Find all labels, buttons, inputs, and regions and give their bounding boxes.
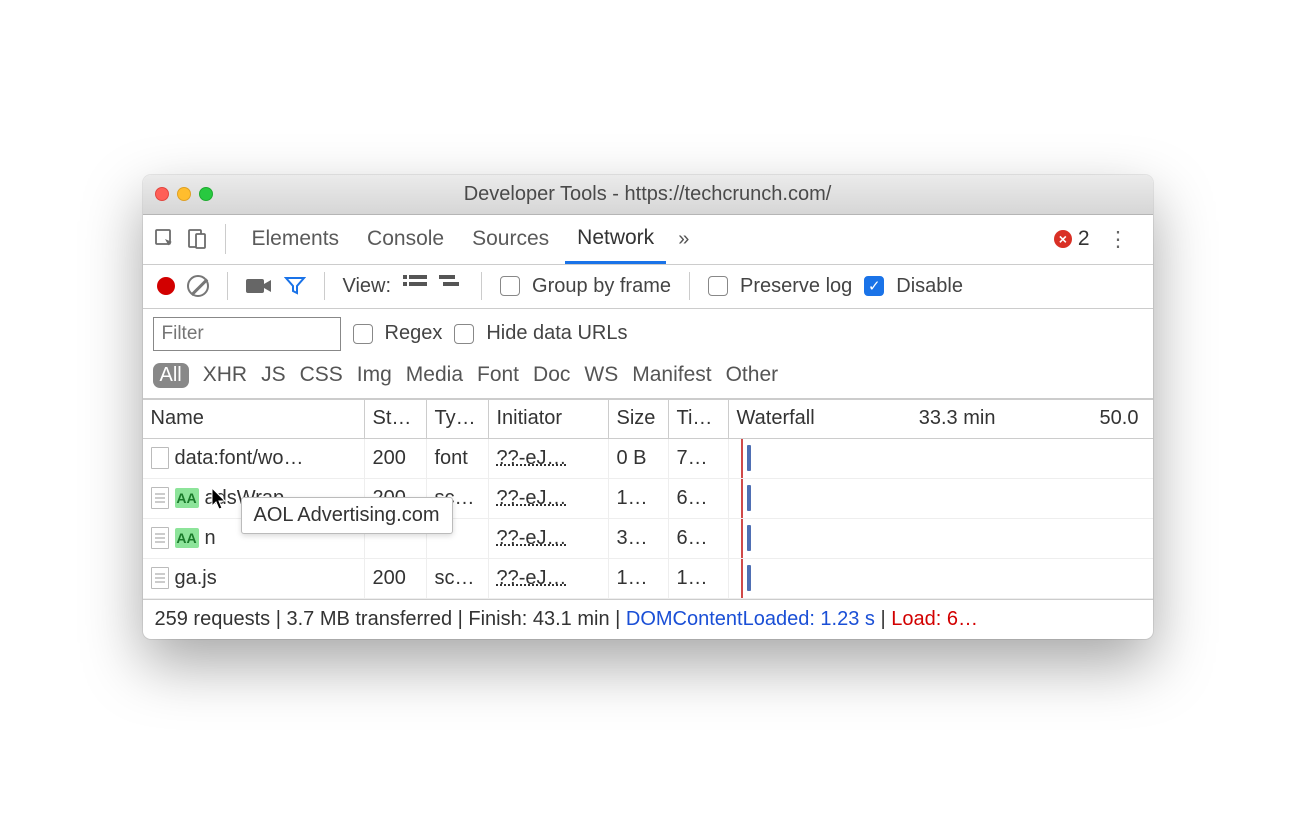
separator xyxy=(227,272,228,300)
cell-time: 1… xyxy=(669,559,729,598)
filter-bar: Regex Hide data URLs xyxy=(143,309,1153,359)
type-filter-bar: All XHR JS CSS Img Media Font Doc WS Man… xyxy=(143,359,1153,399)
cell-name: ga.js xyxy=(175,567,217,590)
inspect-element-icon[interactable] xyxy=(151,225,179,253)
status-requests: 259 requests xyxy=(155,608,271,630)
col-initiator[interactable]: Initiator xyxy=(489,400,609,438)
filter-ws[interactable]: WS xyxy=(584,363,618,387)
cell-waterfall xyxy=(729,559,1153,598)
hide-data-urls-checkbox[interactable] xyxy=(454,324,474,344)
device-toolbar-icon[interactable] xyxy=(183,225,211,253)
devtools-window: Developer Tools - https://techcrunch.com… xyxy=(143,175,1153,639)
regex-checkbox[interactable] xyxy=(353,324,373,344)
tracker-badge-icon: AA xyxy=(175,528,199,548)
more-tabs-icon[interactable]: » xyxy=(670,228,697,251)
filter-toggle-icon[interactable] xyxy=(284,275,306,297)
panel-tabs: Elements Console Sources Network » × 2 ⋮ xyxy=(143,215,1153,265)
filter-manifest[interactable]: Manifest xyxy=(632,363,711,387)
regex-label: Regex xyxy=(385,322,443,345)
disable-cache-label: Disable xyxy=(896,275,963,298)
tracker-badge-icon: AA xyxy=(175,488,199,508)
tab-network[interactable]: Network xyxy=(565,215,666,264)
file-icon xyxy=(151,487,169,509)
filter-js[interactable]: JS xyxy=(261,363,286,387)
filter-xhr[interactable]: XHR xyxy=(203,363,247,387)
cell-time: 6… xyxy=(669,479,729,518)
disable-cache-checkbox[interactable]: ✓ xyxy=(864,276,884,296)
screenshot-icon[interactable] xyxy=(246,276,272,296)
view-label: View: xyxy=(343,275,392,298)
window-title: Developer Tools - https://techcrunch.com… xyxy=(143,183,1153,206)
cell-waterfall xyxy=(729,439,1153,478)
status-finish: Finish: 43.1 min xyxy=(468,608,609,630)
group-by-frame-label: Group by frame xyxy=(532,275,671,298)
tracker-tooltip: AOL Advertising.com xyxy=(241,497,453,534)
network-toolbar: View: Group by frame Preserve log ✓ Disa… xyxy=(143,265,1153,309)
separator xyxy=(324,272,325,300)
col-size[interactable]: Size xyxy=(609,400,669,438)
mouse-cursor-icon xyxy=(211,487,229,516)
cell-waterfall xyxy=(729,479,1153,518)
separator xyxy=(225,224,226,254)
cell-size: 0 B xyxy=(609,439,669,478)
col-status[interactable]: St… xyxy=(365,400,427,438)
cell-initiator[interactable]: ??-eJ… xyxy=(497,487,567,510)
cell-initiator[interactable]: ??-eJ… xyxy=(497,567,567,590)
view-list-icon[interactable] xyxy=(403,273,427,299)
status-dcl: DOMContentLoaded: 1.23 s xyxy=(626,608,875,630)
cell-size: 1… xyxy=(609,479,669,518)
file-icon xyxy=(151,567,169,589)
cell-initiator[interactable]: ??-eJ… xyxy=(497,527,567,550)
cell-name: data:font/wo… xyxy=(175,447,304,470)
kebab-menu-icon[interactable]: ⋮ xyxy=(1094,227,1145,252)
view-overview-icon[interactable] xyxy=(439,273,463,299)
cell-initiator[interactable]: ??-eJ… xyxy=(497,447,567,470)
col-name[interactable]: Name xyxy=(143,400,365,438)
cell-time: 7… xyxy=(669,439,729,478)
col-type[interactable]: Ty… xyxy=(427,400,489,438)
col-waterfall[interactable]: Waterfall 33.3 min 50.0 xyxy=(729,400,1153,438)
status-load: Load: 6… xyxy=(891,608,978,630)
preserve-log-label: Preserve log xyxy=(740,275,852,298)
status-transferred: 3.7 MB transferred xyxy=(286,608,452,630)
preserve-log-checkbox[interactable] xyxy=(708,276,728,296)
tab-elements[interactable]: Elements xyxy=(240,215,352,264)
filter-other[interactable]: Other xyxy=(726,363,779,387)
cell-type: font xyxy=(427,439,489,478)
tab-sources[interactable]: Sources xyxy=(460,215,561,264)
file-icon xyxy=(151,447,169,469)
tab-console[interactable]: Console xyxy=(355,215,456,264)
record-button-icon[interactable] xyxy=(157,277,175,295)
file-icon xyxy=(151,527,169,549)
cell-waterfall xyxy=(729,519,1153,558)
error-count-badge[interactable]: × 2 xyxy=(1054,227,1090,251)
cell-status: 200 xyxy=(365,559,427,598)
filter-font[interactable]: Font xyxy=(477,363,519,387)
cell-name: n xyxy=(205,527,216,550)
network-table-header: Name St… Ty… Initiator Size Ti… Waterfal… xyxy=(143,399,1153,439)
col-time[interactable]: Ti… xyxy=(669,400,729,438)
filter-css[interactable]: CSS xyxy=(300,363,343,387)
separator xyxy=(481,272,482,300)
cell-type: sc… xyxy=(427,559,489,598)
filter-doc[interactable]: Doc xyxy=(533,363,570,387)
cell-time: 6… xyxy=(669,519,729,558)
titlebar: Developer Tools - https://techcrunch.com… xyxy=(143,175,1153,215)
hide-data-urls-label: Hide data URLs xyxy=(486,322,627,345)
separator xyxy=(689,272,690,300)
cell-status: 200 xyxy=(365,439,427,478)
filter-input[interactable] xyxy=(153,317,341,351)
clear-button-icon[interactable] xyxy=(187,275,209,297)
filter-media[interactable]: Media xyxy=(406,363,463,387)
filter-img[interactable]: Img xyxy=(357,363,392,387)
table-row[interactable]: ga.js 200 sc… ??-eJ… 1… 1… xyxy=(143,559,1153,599)
error-icon: × xyxy=(1054,230,1072,248)
cell-size: 1… xyxy=(609,559,669,598)
group-by-frame-checkbox[interactable] xyxy=(500,276,520,296)
cell-size: 3… xyxy=(609,519,669,558)
status-bar: 259 requests | 3.7 MB transferred | Fini… xyxy=(143,599,1153,639)
error-count: 2 xyxy=(1078,227,1090,251)
table-row[interactable]: data:font/wo… 200 font ??-eJ… 0 B 7… xyxy=(143,439,1153,479)
filter-all[interactable]: All xyxy=(153,363,189,388)
